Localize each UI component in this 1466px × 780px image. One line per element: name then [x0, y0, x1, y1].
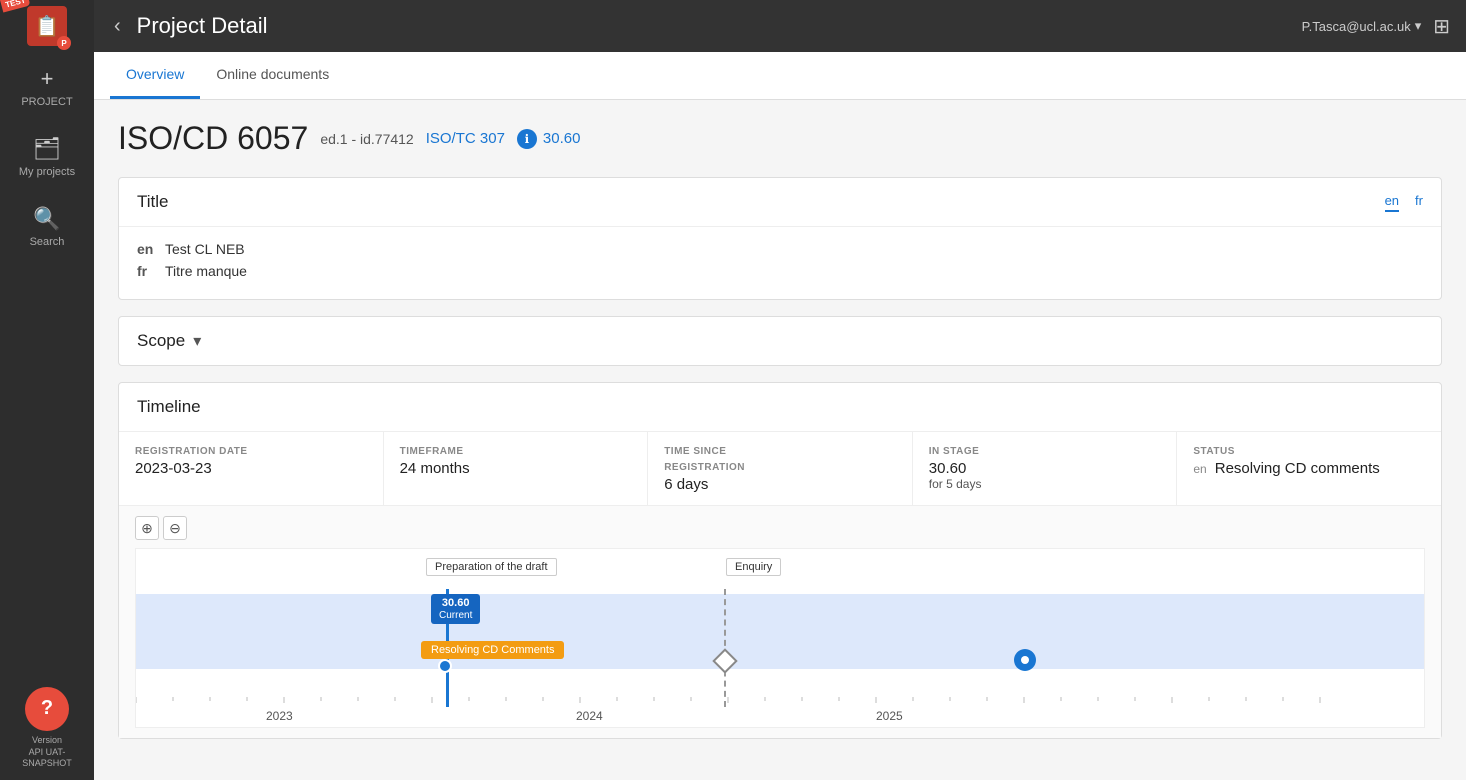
- version-text: Version API UAT- SNAPSHOT: [22, 735, 72, 770]
- content-area: ISO/CD 6057 ed.1 - id.77412 ISO/TC 307 ℹ…: [94, 100, 1466, 780]
- meta-status-value: Resolving CD comments: [1215, 460, 1380, 477]
- meta-status-row: en Resolving CD comments: [1193, 460, 1425, 477]
- app-logo: 📋 P: [27, 6, 67, 46]
- title-row-en: en Test CL NEB: [137, 241, 1423, 257]
- sidebar-logo: TEST 📋 P: [0, 0, 94, 52]
- tab-overview[interactable]: Overview: [110, 52, 200, 99]
- tabbar: Overview Online documents: [94, 52, 1466, 100]
- meta-status-lang: en: [1193, 462, 1206, 476]
- timeline-chart: ⊕ ⊖ Preparation of the draft Enquiry: [119, 506, 1441, 738]
- phase-preparation-label: Preparation of the draft: [426, 557, 557, 575]
- lang-tab-en[interactable]: en: [1385, 193, 1399, 212]
- lang-tab-fr[interactable]: fr: [1415, 193, 1423, 212]
- sidebar-item-project[interactable]: + PROJECT: [0, 52, 94, 122]
- folder-icon: 🗂: [33, 136, 61, 162]
- p-badge: P: [57, 36, 71, 50]
- meta-time-since-label: TIME SINCE REGISTRATION: [664, 444, 896, 476]
- circle-blue-marker: [1014, 649, 1036, 671]
- meta-in-stage-label: IN STAGE: [929, 444, 1161, 460]
- timeline-header: Timeline: [119, 383, 1441, 432]
- topbar: ‹ Project Detail P.Tasca@ucl.ac.uk ▾ ⊞: [94, 0, 1466, 52]
- year-2025: 2025: [876, 709, 903, 723]
- timeline-card: Timeline REGISTRATION DATE 2023-03-23 TI…: [118, 382, 1442, 739]
- current-stage-tooltip: 30.60 Current: [431, 594, 480, 624]
- grid-icon[interactable]: ⊞: [1433, 14, 1450, 39]
- title-card-body: en Test CL NEB fr Titre manque: [119, 227, 1441, 299]
- timeline-visual: Preparation of the draft Enquiry 30.60 C…: [135, 548, 1425, 728]
- plus-icon: +: [41, 66, 54, 92]
- title-card: Title en fr en Test CL NEB fr Titre manq…: [118, 177, 1442, 300]
- title-en-value: Test CL NEB: [165, 241, 245, 257]
- project-stage: 30.60: [543, 130, 581, 147]
- title-card-title: Title: [137, 192, 169, 212]
- zoom-out-button[interactable]: ⊖: [163, 516, 187, 540]
- title-card-header: Title en fr: [119, 178, 1441, 227]
- sidebar-item-my-projects[interactable]: 🗂 My projects: [0, 122, 94, 192]
- scope-title: Scope: [137, 331, 185, 351]
- help-icon: ?: [41, 697, 53, 720]
- tab-online-documents[interactable]: Online documents: [200, 52, 345, 99]
- current-circle-marker: [438, 659, 452, 673]
- meta-reg-value: 2023-03-23: [135, 460, 367, 477]
- project-heading: ISO/CD 6057 ed.1 - id.77412 ISO/TC 307 ℹ…: [118, 120, 1442, 157]
- user-menu[interactable]: P.Tasca@ucl.ac.uk ▾: [1302, 18, 1422, 34]
- sidebar-bottom: ? Version API UAT- SNAPSHOT: [22, 687, 72, 770]
- main-area: ‹ Project Detail P.Tasca@ucl.ac.uk ▾ ⊞ O…: [94, 0, 1466, 780]
- timeline-title: Timeline: [137, 397, 201, 416]
- meta-reg-label: REGISTRATION DATE: [135, 444, 367, 460]
- meta-in-stage-value: 30.60: [929, 460, 1161, 477]
- scope-chevron-icon: ▾: [193, 331, 201, 351]
- sidebar-project-label: PROJECT: [21, 96, 72, 108]
- zoom-in-button[interactable]: ⊕: [135, 516, 159, 540]
- meta-timeframe-value: 24 months: [400, 460, 632, 477]
- title-row-fr: fr Titre manque: [137, 263, 1423, 279]
- title-lang-en: en: [137, 241, 157, 257]
- help-button[interactable]: ?: [25, 687, 69, 731]
- zoom-out-icon: ⊖: [169, 520, 181, 537]
- meta-in-stage: IN STAGE 30.60 for 5 days: [913, 432, 1178, 505]
- stage-info-icon[interactable]: ℹ: [517, 129, 537, 149]
- user-dropdown-icon: ▾: [1415, 18, 1422, 34]
- sidebar: TEST 📋 P + PROJECT 🗂 My projects 🔍 Searc…: [0, 0, 94, 780]
- search-icon: 🔍: [33, 206, 60, 232]
- title-lang-fr: fr: [137, 263, 157, 279]
- meta-registration-date: REGISTRATION DATE 2023-03-23: [119, 432, 384, 505]
- tc-link[interactable]: ISO/TC 307: [426, 130, 505, 147]
- meta-timeframe: TIMEFRAME 24 months: [384, 432, 649, 505]
- scope-card: Scope ▾: [118, 316, 1442, 366]
- timeline-ticks: [136, 697, 1424, 711]
- project-edition: ed.1 - id.77412: [320, 131, 413, 147]
- meta-time-since-value: 6 days: [664, 476, 896, 493]
- phase-enquiry-label: Enquiry: [726, 557, 781, 575]
- scope-header[interactable]: Scope ▾: [119, 317, 1441, 365]
- meta-timeframe-label: TIMEFRAME: [400, 444, 632, 460]
- meta-time-since: TIME SINCE REGISTRATION 6 days: [648, 432, 913, 505]
- resolving-tooltip: Resolving CD Comments: [421, 641, 564, 659]
- sidebar-my-projects-label: My projects: [19, 166, 75, 178]
- timeline-meta: REGISTRATION DATE 2023-03-23 TIMEFRAME 2…: [119, 432, 1441, 506]
- meta-status: STATUS en Resolving CD comments: [1177, 432, 1441, 505]
- year-2023: 2023: [266, 709, 293, 723]
- title-fr-value: Titre manque: [165, 263, 247, 279]
- lang-tabs: en fr: [1385, 193, 1423, 212]
- user-email: P.Tasca@ucl.ac.uk: [1302, 19, 1411, 34]
- timeline-band: [136, 594, 1424, 669]
- zoom-controls: ⊕ ⊖: [135, 516, 1425, 540]
- meta-in-stage-sub: for 5 days: [929, 477, 1161, 491]
- sidebar-search-label: Search: [30, 236, 65, 248]
- sidebar-item-search[interactable]: 🔍 Search: [0, 192, 94, 262]
- back-button[interactable]: ‹: [110, 11, 125, 42]
- meta-status-label: STATUS: [1193, 444, 1425, 460]
- zoom-in-icon: ⊕: [141, 520, 153, 537]
- project-id: ISO/CD 6057: [118, 120, 308, 157]
- year-2024: 2024: [576, 709, 603, 723]
- page-title: Project Detail: [137, 13, 1290, 39]
